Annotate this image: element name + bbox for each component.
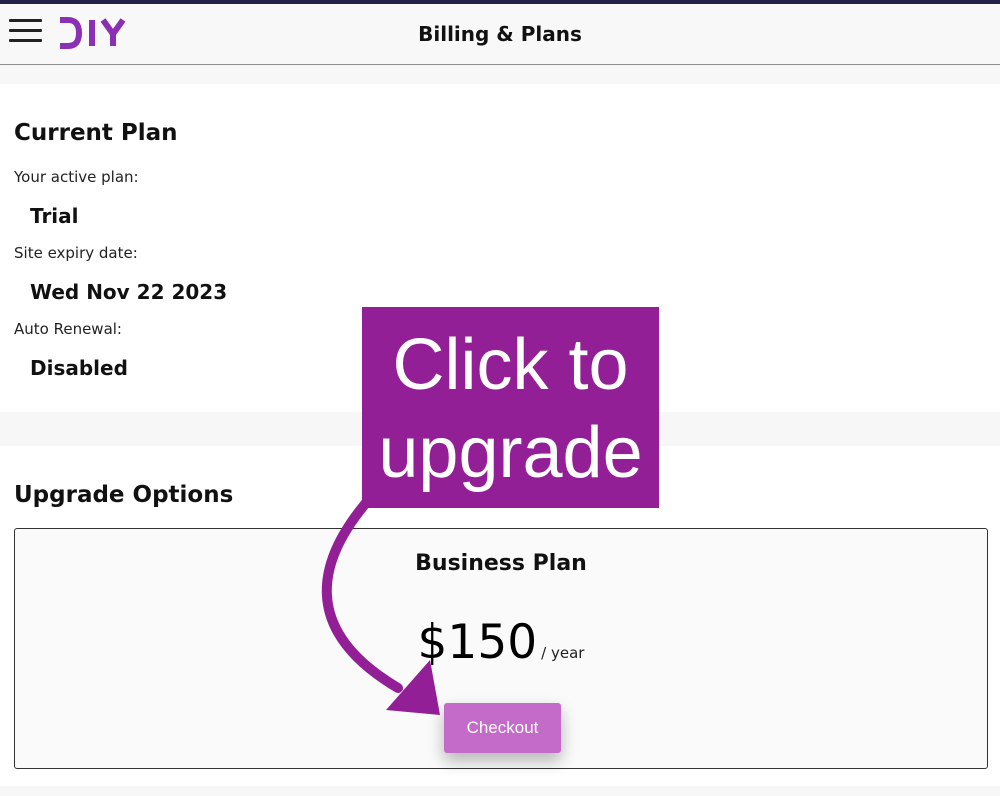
checkout-button[interactable]: Checkout	[444, 703, 561, 753]
plan-name: Business Plan	[415, 551, 587, 576]
business-plan-box: Business Plan $150/ year Checkout	[14, 528, 988, 769]
current-plan-heading: Current Plan	[14, 120, 178, 146]
expiry-date-label: Site expiry date:	[14, 244, 138, 262]
app-header: Billing & Plans	[0, 4, 1000, 65]
price-row: $150/ year	[15, 615, 987, 670]
auto-renewal-value: Disabled	[30, 356, 128, 380]
page-title: Billing & Plans	[418, 22, 582, 46]
auto-renewal-label: Auto Renewal:	[14, 320, 122, 338]
upgrade-options-heading: Upgrade Options	[14, 482, 234, 508]
expiry-date-value: Wed Nov 22 2023	[30, 280, 228, 304]
active-plan-value: Trial	[30, 204, 79, 228]
callout-line-1: Click to	[392, 325, 629, 405]
callout-line-2: upgrade	[378, 413, 643, 493]
price-period: / year	[541, 644, 585, 662]
plan-price: $150	[417, 615, 538, 670]
click-to-upgrade-callout: Click to upgrade	[362, 307, 659, 508]
active-plan-label: Your active plan:	[14, 168, 139, 186]
